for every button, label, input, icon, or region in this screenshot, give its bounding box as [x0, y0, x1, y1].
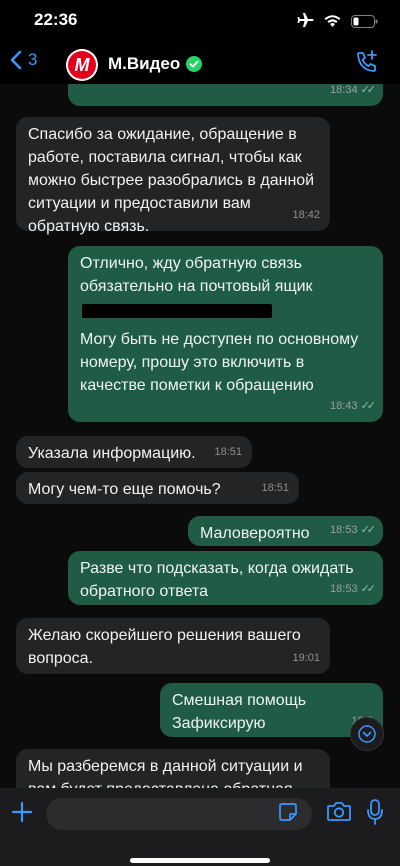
message-outgoing[interactable]: Отлично, жду обратную связь обязательно …	[68, 246, 383, 422]
message-outgoing[interactable]: 18:34 ✓✓	[68, 84, 383, 106]
message-composer	[0, 788, 400, 866]
sticker-icon	[279, 803, 297, 821]
airplane-icon	[297, 13, 314, 27]
battery-icon	[351, 14, 378, 28]
read-ticks-icon: ✓✓	[360, 583, 377, 595]
message-incoming[interactable]: Спасибо за ожидание, обращение в работе,…	[16, 117, 330, 235]
message-outgoing[interactable]: Разве что подсказать, когда ожидать обра…	[68, 551, 383, 605]
message-text: Желаю скорейшего решения вашего вопроса.	[28, 627, 306, 667]
home-indicator	[130, 858, 270, 863]
status-icons	[296, 13, 378, 29]
message-outgoing[interactable]: Маловероятно 18:53 ✓✓	[188, 516, 383, 546]
message-time: 19:01	[292, 652, 320, 664]
message-incoming[interactable]: Желаю скорейшего решения вашего вопроса.…	[16, 618, 330, 674]
message-time: 18:51	[261, 482, 289, 494]
status-time: 22:36	[34, 10, 78, 29]
message-text: Отлично, жду обратную связь обязательно …	[80, 255, 313, 295]
verified-icon	[186, 56, 203, 72]
message-time: 18:43	[330, 400, 358, 412]
message-time: 18:51	[214, 446, 242, 458]
sticker-button[interactable]	[278, 802, 298, 827]
microphone-icon	[367, 799, 383, 825]
add-call-icon	[357, 50, 377, 72]
contact-name: М.Видео	[108, 54, 181, 73]
chat-header: 3 М М.Видео	[0, 44, 400, 84]
scroll-down-button[interactable]	[350, 717, 384, 751]
message-text: Могу чем-то еще помочь?	[28, 481, 221, 498]
attach-button[interactable]	[10, 800, 34, 829]
message-meta: 18:43 ✓✓	[330, 395, 377, 418]
chevron-down-icon	[358, 725, 376, 743]
message-text: Указала информацию.	[28, 445, 196, 462]
contact-name-container[interactable]: М.Видео	[108, 54, 203, 74]
message-meta: 18:53 ✓✓	[330, 519, 377, 542]
camera-button[interactable]	[326, 800, 352, 827]
message-meta: 18:34 ✓✓	[330, 84, 377, 102]
unread-count: 3	[28, 50, 38, 69]
message-text: Разве что подсказать, когда ожидать обра…	[80, 560, 358, 600]
message-input[interactable]	[46, 798, 312, 830]
add-call-button[interactable]	[354, 49, 380, 80]
message-time: 18:42	[292, 209, 320, 221]
back-button[interactable]: 3	[10, 50, 37, 70]
read-ticks-icon: ✓✓	[360, 84, 377, 96]
message-incoming[interactable]: Указала информацию. 18:51	[16, 436, 252, 468]
back-chevron-icon	[10, 50, 22, 70]
message-text: Спасибо за ожидание, обращение в работе,…	[28, 126, 319, 235]
message-incoming[interactable]: Мы разберемся в данной ситуации и вам бу…	[16, 749, 330, 788]
status-bar: 22:36	[0, 0, 400, 44]
message-time: 18:53	[330, 583, 358, 595]
message-text: Смешная помощь Зафиксирую	[172, 692, 307, 732]
redacted-email	[80, 298, 371, 328]
camera-icon	[327, 802, 351, 821]
redaction-bar	[82, 304, 272, 318]
message-text: Мы разберемся в данной ситуации и вам бу…	[28, 758, 303, 788]
message-meta: 18:51	[214, 441, 242, 464]
chat-area[interactable]: 18:34 ✓✓ Спасибо за ожидание, обращение …	[0, 84, 400, 788]
message-meta: 18:51	[261, 477, 289, 500]
plus-icon	[11, 801, 33, 823]
message-incoming[interactable]: Могу чем-то еще помочь? 18:51	[16, 472, 299, 504]
read-ticks-icon: ✓✓	[360, 400, 377, 412]
message-meta: 18:42	[292, 204, 320, 227]
message-meta: 18:53 ✓✓	[330, 578, 377, 601]
message-meta: 19:01	[292, 647, 320, 670]
read-ticks-icon: ✓✓	[360, 524, 377, 536]
message-time: 18:34	[330, 84, 358, 96]
wifi-icon	[324, 14, 341, 27]
message-time: 18:53	[330, 524, 358, 536]
microphone-button[interactable]	[366, 798, 384, 831]
avatar[interactable]: М	[66, 49, 98, 81]
brand-logo: М	[68, 51, 96, 79]
message-text: Могу быть не доступен по основному номер…	[80, 331, 363, 394]
